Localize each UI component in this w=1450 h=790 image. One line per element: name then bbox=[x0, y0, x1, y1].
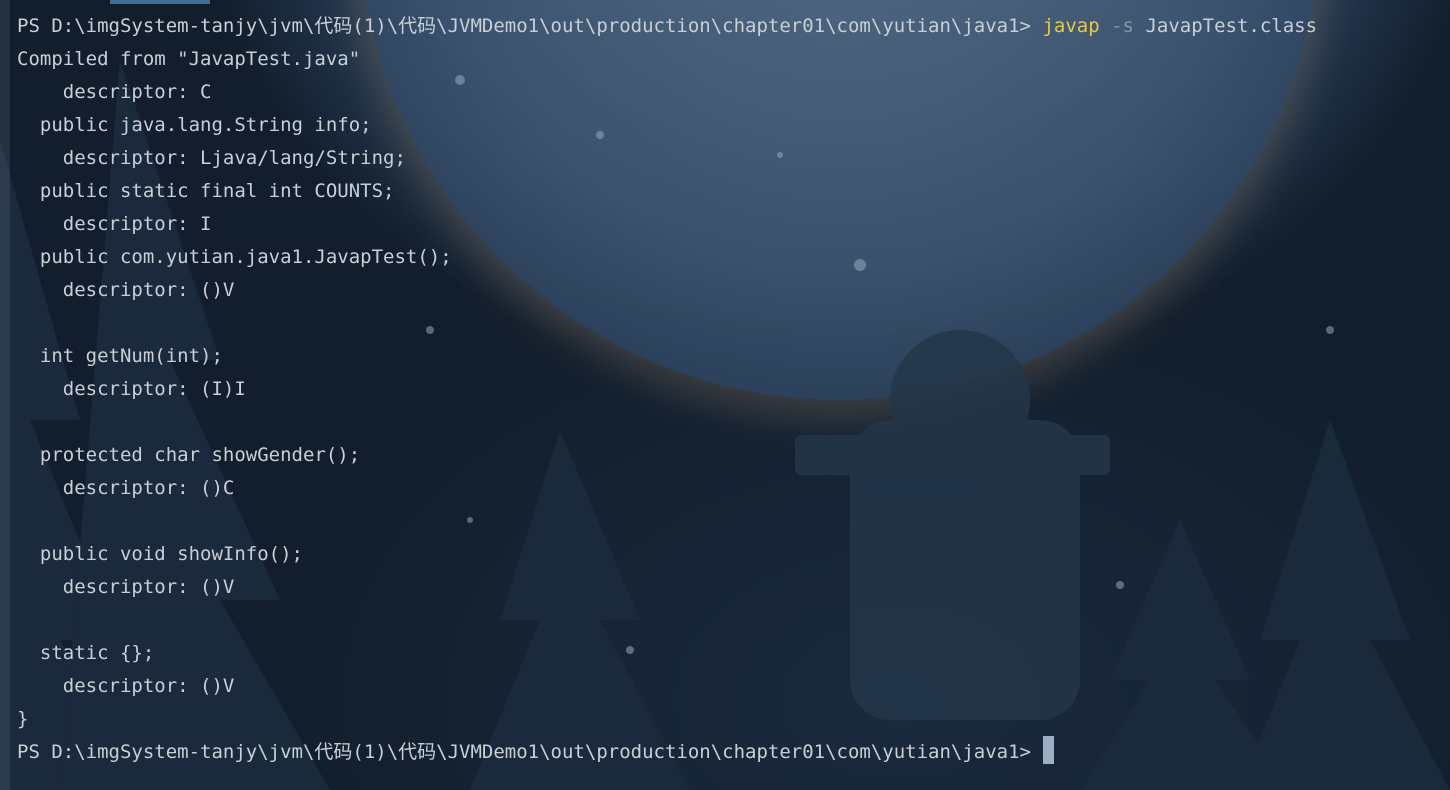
output-line: descriptor: ()V bbox=[17, 576, 235, 598]
output-line: descriptor: C bbox=[17, 81, 212, 103]
prompt-text: PS D:\imgSystem-tanjy\jvm\代码(1)\代码\JVMDe… bbox=[17, 15, 1031, 37]
output-line: descriptor: ()V bbox=[17, 279, 235, 301]
text-cursor bbox=[1043, 736, 1054, 764]
command-name: javap bbox=[1042, 15, 1100, 37]
output-line: public void showInfo(); bbox=[17, 543, 303, 565]
prompt-text: PS D:\imgSystem-tanjy\jvm\代码(1)\代码\JVMDe… bbox=[17, 741, 1031, 763]
output-line: descriptor: Ljava/lang/String; bbox=[17, 147, 406, 169]
output-line: descriptor: (I)I bbox=[17, 378, 246, 400]
output-line: public com.yutian.java1.JavapTest(); bbox=[17, 246, 452, 268]
tab-indicator bbox=[110, 0, 210, 4]
terminal-window[interactable]: PS D:\imgSystem-tanjy\jvm\代码(1)\代码\JVMDe… bbox=[0, 0, 1450, 790]
output-line: public static final int COUNTS; bbox=[17, 180, 395, 202]
output-line: descriptor: ()V bbox=[17, 675, 235, 697]
output-line: static {}; bbox=[17, 642, 155, 664]
output-line: Compiled from "JavapTest.java" bbox=[17, 48, 361, 70]
output-line: descriptor: I bbox=[17, 213, 212, 235]
command-line: PS D:\imgSystem-tanjy\jvm\代码(1)\代码\JVMDe… bbox=[17, 10, 1450, 43]
output-line: int getNum(int); bbox=[17, 345, 223, 367]
command-argument: JavapTest.class bbox=[1145, 15, 1318, 37]
prompt-line[interactable]: PS D:\imgSystem-tanjy\jvm\代码(1)\代码\JVMDe… bbox=[17, 736, 1450, 769]
output-line: descriptor: ()C bbox=[17, 477, 235, 499]
command-flag: -s bbox=[1111, 15, 1134, 37]
output-line: public java.lang.String info; bbox=[17, 114, 372, 136]
terminal-output: PS D:\imgSystem-tanjy\jvm\代码(1)\代码\JVMDe… bbox=[17, 10, 1450, 769]
output-line: } bbox=[17, 708, 29, 730]
output-line: protected char showGender(); bbox=[17, 444, 361, 466]
side-gutter bbox=[0, 0, 10, 790]
